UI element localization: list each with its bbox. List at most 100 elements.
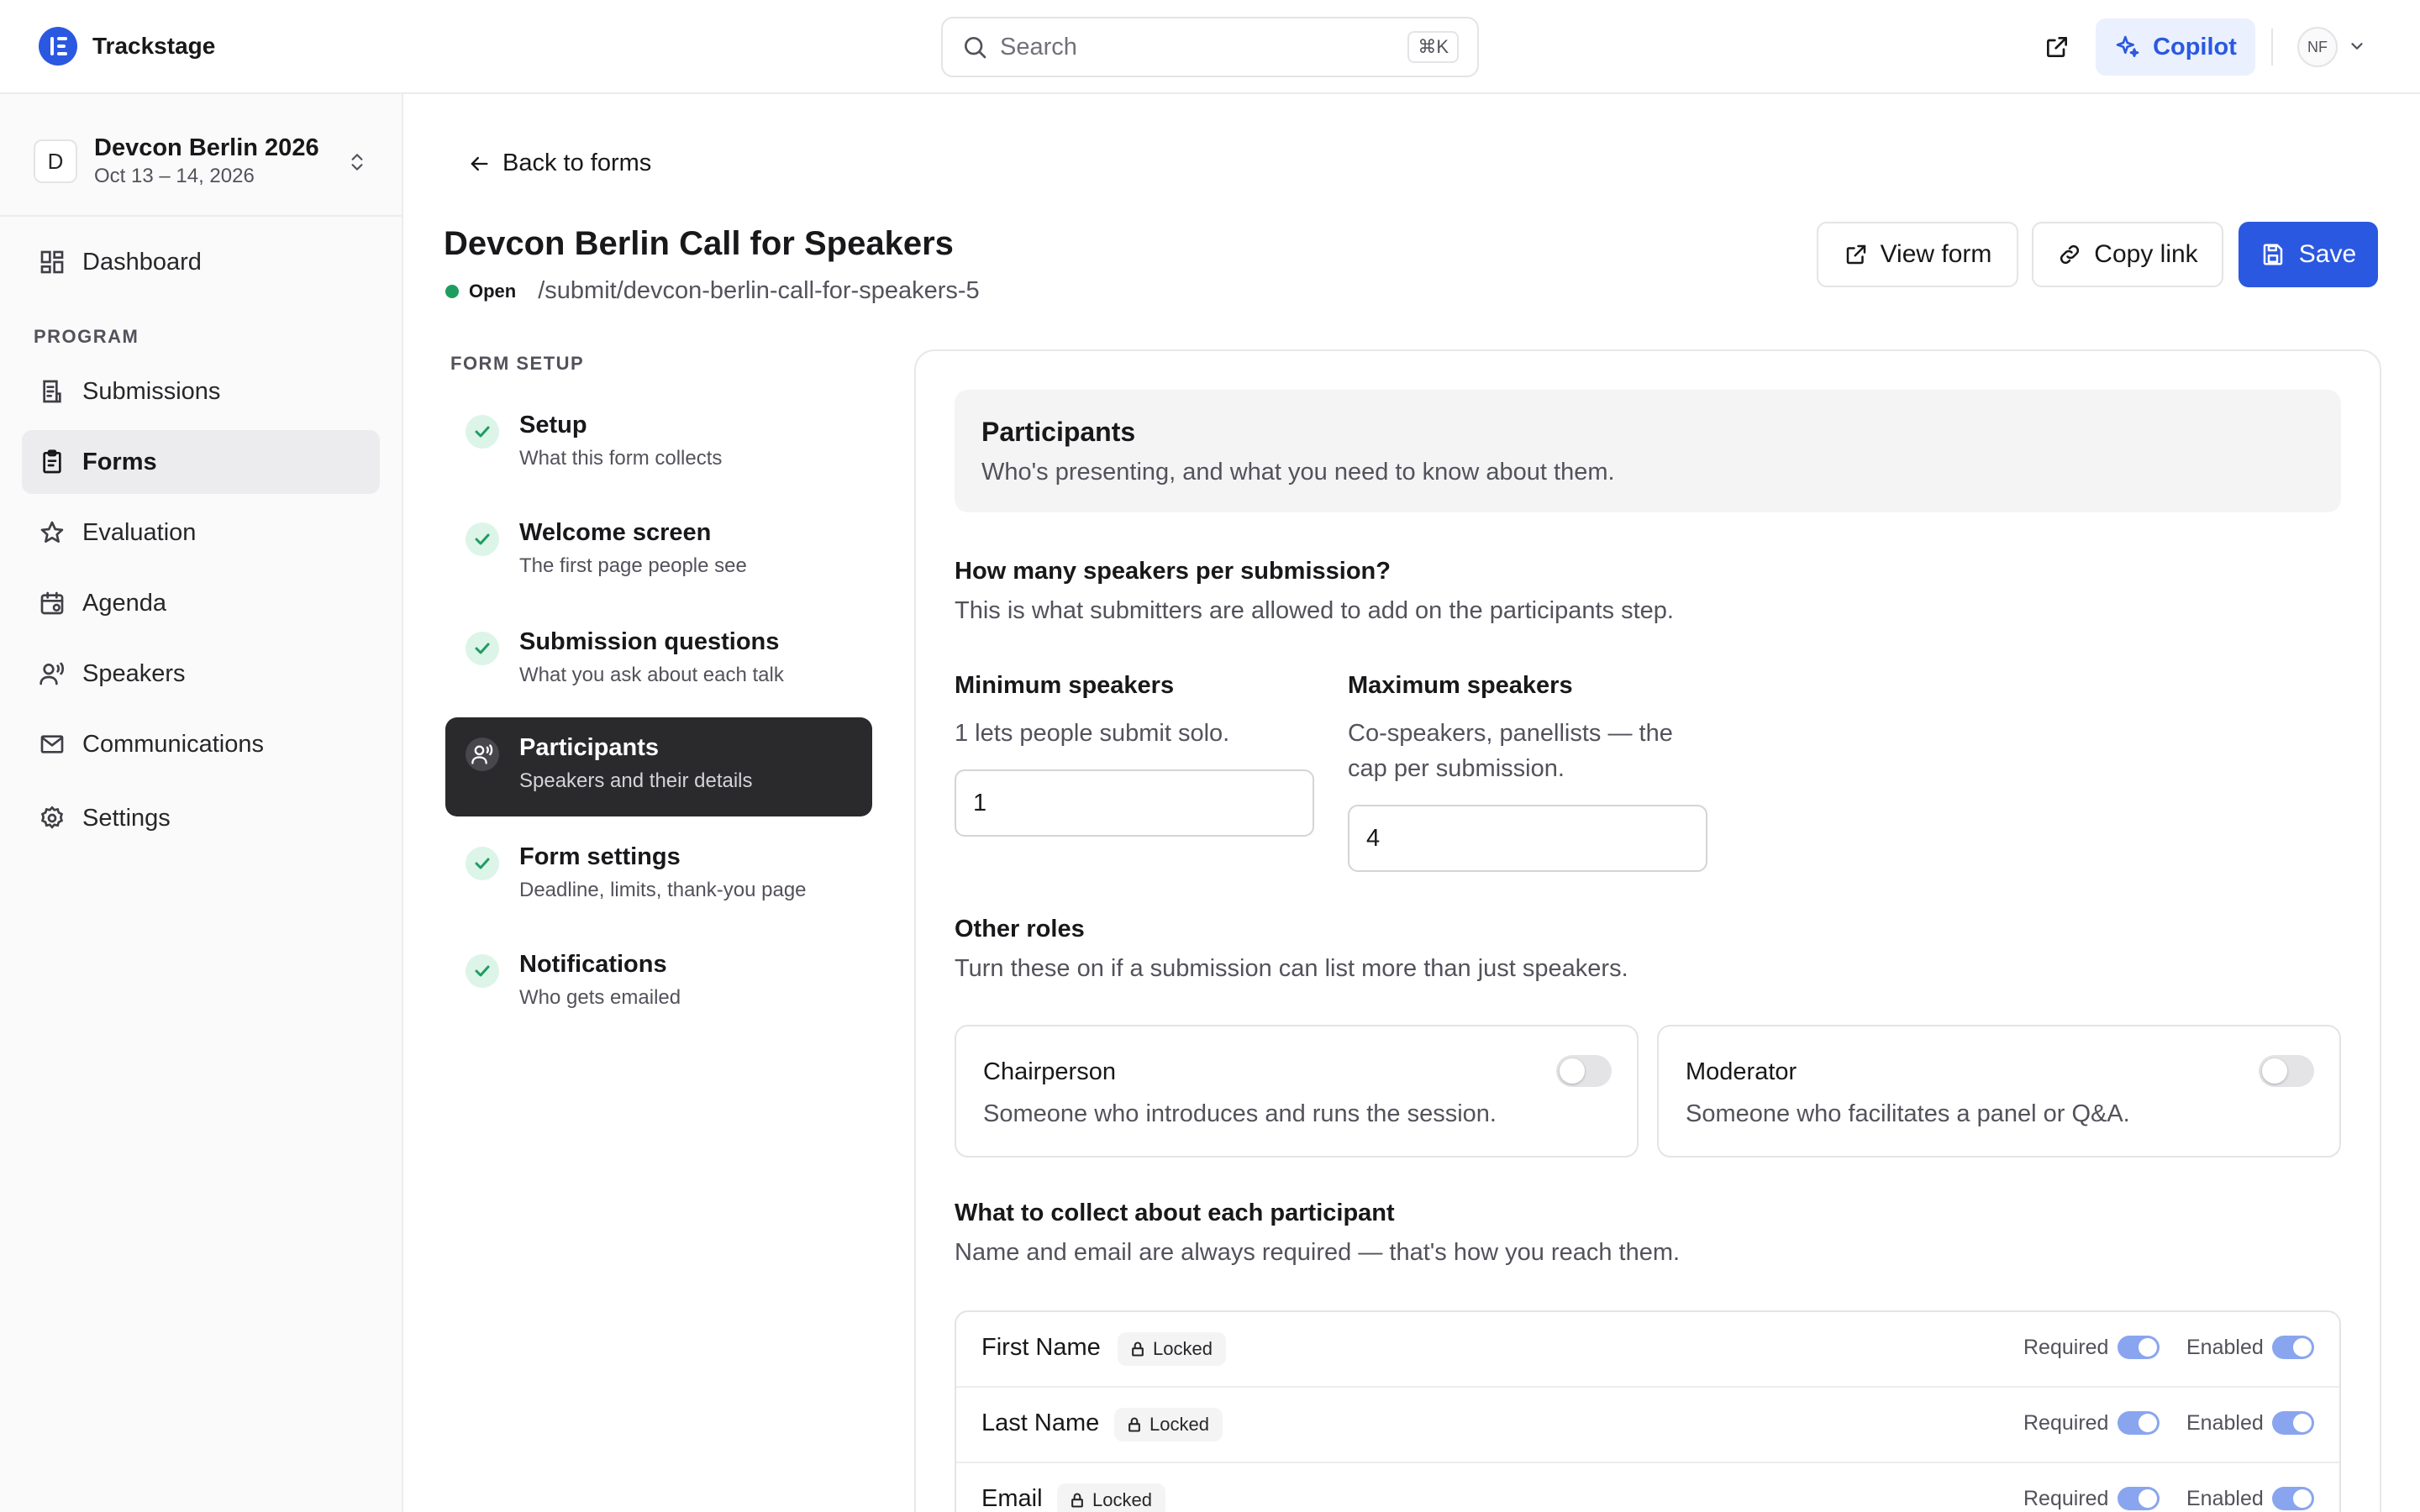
min-speakers-help: 1 lets people submit solo. bbox=[955, 720, 1230, 747]
submissions-icon bbox=[43, 380, 61, 403]
required-label: Required bbox=[2023, 1487, 2109, 1510]
step-welcome-screen[interactable]: Welcome screen The first page people see bbox=[445, 502, 872, 601]
chairperson-toggle[interactable] bbox=[1556, 1055, 1612, 1087]
step-submission-questions[interactable]: Submission questions What you ask about … bbox=[445, 612, 872, 711]
participant-fields-table: First Name Locked Required Enabled Last … bbox=[955, 1310, 2341, 1512]
sidebar-item-communications[interactable]: Communications bbox=[22, 712, 380, 776]
check-icon bbox=[466, 415, 499, 449]
event-switcher[interactable]: D Devcon Berlin 2026 Oct 13 – 14, 2026 bbox=[34, 128, 380, 195]
speaker-icon bbox=[466, 738, 499, 771]
sidebar-item-label: Dashboard bbox=[82, 248, 202, 276]
copy-link-button[interactable]: Copy link bbox=[2032, 222, 2223, 287]
chevron-down-icon[interactable] bbox=[2348, 37, 2366, 55]
dashboard-icon bbox=[40, 250, 64, 274]
back-label: Back to forms bbox=[502, 150, 652, 176]
back-to-forms-link[interactable]: Back to forms bbox=[467, 150, 651, 177]
required-label: Required bbox=[2023, 1411, 2109, 1435]
step-title: Participants bbox=[519, 734, 659, 761]
speakers-question-title: How many speakers per submission? bbox=[955, 558, 1391, 585]
required-toggle[interactable] bbox=[2118, 1336, 2160, 1359]
user-avatar[interactable]: NF bbox=[2297, 27, 2338, 67]
view-form-button[interactable]: View form bbox=[1817, 222, 2018, 287]
step-subtitle: What you ask about each talk bbox=[519, 664, 784, 686]
search-shortcut: ⌘K bbox=[1407, 31, 1459, 63]
sidebar-item-forms[interactable]: Forms bbox=[22, 430, 380, 494]
enabled-toggle[interactable] bbox=[2272, 1336, 2314, 1359]
sidebar-item-label: Forms bbox=[82, 448, 157, 475]
open-external-button[interactable] bbox=[2037, 29, 2077, 66]
locked-label: Locked bbox=[1150, 1414, 1209, 1435]
step-setup[interactable]: Setup What this form collects bbox=[445, 395, 872, 494]
copilot-button[interactable]: Copilot bbox=[2096, 18, 2255, 76]
step-title: Notifications bbox=[519, 951, 667, 978]
step-title: Setup bbox=[519, 412, 587, 438]
step-title: Welcome screen bbox=[519, 519, 712, 546]
collect-subtitle: Name and email are always required — tha… bbox=[955, 1239, 1681, 1266]
app-name: Trackstage bbox=[92, 33, 216, 59]
step-subtitle: The first page people see bbox=[519, 554, 747, 577]
table-row: Last Name Locked Required Enabled bbox=[956, 1388, 2339, 1463]
enabled-toggle[interactable] bbox=[2272, 1411, 2314, 1435]
other-roles-title: Other roles bbox=[955, 916, 1085, 942]
sidebar-item-evaluation[interactable]: Evaluation bbox=[22, 501, 380, 564]
sidebar-item-label: Submissions bbox=[82, 377, 221, 405]
locked-label: Locked bbox=[1153, 1338, 1213, 1359]
copilot-label: Copilot bbox=[2153, 33, 2237, 60]
search-input[interactable] bbox=[1000, 33, 1370, 61]
step-notifications[interactable]: Notifications Who gets emailed bbox=[445, 934, 872, 1033]
min-speakers-input[interactable] bbox=[955, 769, 1314, 837]
moderator-toggle[interactable] bbox=[2259, 1055, 2314, 1087]
step-title: Form settings bbox=[519, 843, 681, 870]
locked-badge: Locked bbox=[1118, 1332, 1226, 1366]
search-icon bbox=[965, 37, 986, 59]
lock-icon bbox=[1071, 1493, 1083, 1508]
sidebar-item-label: Communications bbox=[82, 730, 264, 758]
sidebar-item-dashboard[interactable]: Dashboard bbox=[22, 230, 380, 294]
brand[interactable]: Trackstage bbox=[39, 27, 215, 66]
locked-label: Locked bbox=[1092, 1489, 1152, 1510]
sidebar-item-settings[interactable]: Settings bbox=[22, 786, 380, 850]
speakers-question-subtitle: This is what submitters are allowed to a… bbox=[955, 597, 1674, 624]
calendar-icon bbox=[40, 591, 64, 615]
max-speakers-input[interactable] bbox=[1348, 805, 1707, 872]
top-bar: Trackstage ⌘K Copilot NF bbox=[0, 0, 2420, 94]
max-speakers-help: cap per submission. bbox=[1348, 755, 1565, 782]
role-subtitle: Someone who facilitates a panel or Q&A. bbox=[1686, 1100, 2130, 1127]
enabled-label: Enabled bbox=[2186, 1411, 2264, 1435]
check-icon bbox=[466, 522, 499, 556]
event-initial: D bbox=[34, 139, 77, 183]
step-subtitle: Speakers and their details bbox=[519, 769, 753, 792]
form-setup-label: FORM SETUP bbox=[450, 353, 585, 374]
speaker-icon bbox=[39, 662, 64, 685]
step-form-settings[interactable]: Form settings Deadline, limits, thank-yo… bbox=[445, 827, 872, 926]
lock-icon bbox=[1132, 1341, 1144, 1357]
sparkles-icon bbox=[2116, 35, 2139, 57]
required-toggle[interactable] bbox=[2118, 1411, 2160, 1435]
save-label: Save bbox=[2298, 240, 2357, 268]
min-speakers-label: Minimum speakers bbox=[955, 672, 1175, 699]
link-icon bbox=[2060, 244, 2080, 265]
sidebar-item-speakers[interactable]: Speakers bbox=[22, 642, 380, 706]
sidebar-item-submissions[interactable]: Submissions bbox=[22, 360, 380, 423]
mail-icon bbox=[40, 735, 64, 753]
step-subtitle: Who gets emailed bbox=[519, 986, 681, 1009]
sidebar-item-label: Speakers bbox=[82, 659, 186, 687]
external-link-icon bbox=[1846, 244, 1865, 265]
field-name: Last Name bbox=[981, 1410, 1100, 1436]
panel-subtitle: Who's presenting, and what you need to k… bbox=[981, 459, 1615, 486]
role-title: Moderator bbox=[1686, 1058, 1797, 1085]
panel-header: Participants Who's presenting, and what … bbox=[955, 390, 2341, 512]
sidebar-item-agenda[interactable]: Agenda bbox=[22, 571, 380, 635]
required-toggle[interactable] bbox=[2118, 1487, 2160, 1510]
sidebar: D Devcon Berlin 2026 Oct 13 – 14, 2026 D… bbox=[0, 94, 403, 1512]
step-title: Submission questions bbox=[519, 628, 780, 655]
enabled-toggle[interactable] bbox=[2272, 1487, 2314, 1510]
sidebar-item-label: Settings bbox=[82, 804, 171, 832]
status-badge: Open bbox=[469, 280, 517, 302]
role-subtitle: Someone who introduces and runs the sess… bbox=[983, 1100, 1497, 1127]
step-participants[interactable]: Participants Speakers and their details bbox=[445, 717, 872, 816]
search-box[interactable]: ⌘K bbox=[941, 17, 1479, 77]
clipboard-icon bbox=[43, 449, 61, 474]
save-button[interactable]: Save bbox=[2238, 222, 2378, 287]
locked-badge: Locked bbox=[1114, 1408, 1223, 1441]
